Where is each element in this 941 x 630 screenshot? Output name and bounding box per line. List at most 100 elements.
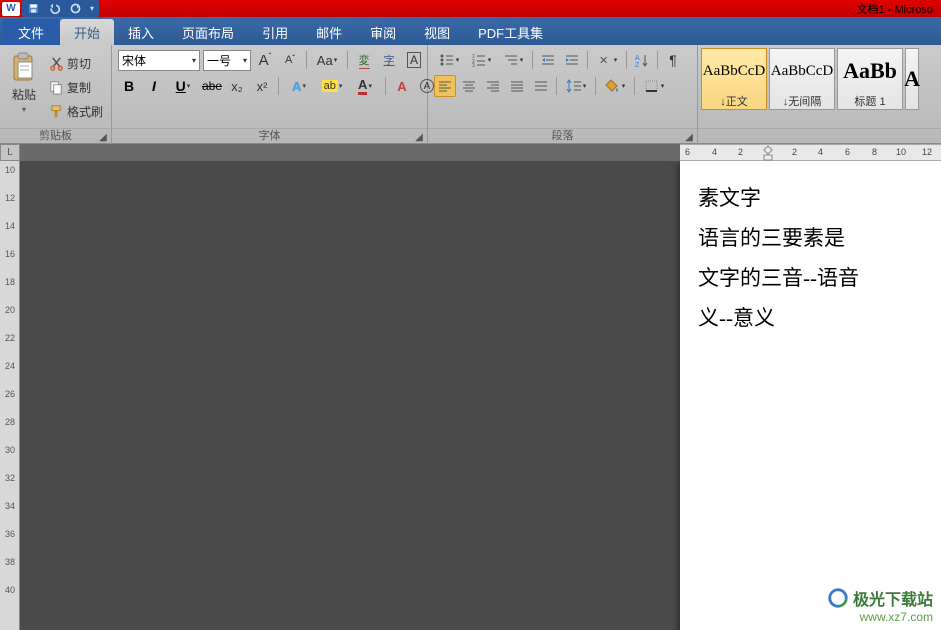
- paragraph-launcher[interactable]: ◢: [683, 130, 695, 142]
- redo-button[interactable]: [66, 1, 84, 16]
- grow-font-button[interactable]: Aˆ: [254, 49, 276, 71]
- shading-button[interactable]: ▾: [600, 75, 630, 97]
- watermark-text: 极光下载站: [853, 586, 933, 610]
- style-heading1[interactable]: AaBb 标题 1: [837, 48, 903, 110]
- tab-pdf[interactable]: PDF工具集: [464, 19, 557, 45]
- asian-layout-button[interactable]: ✕▾: [592, 49, 622, 71]
- ruler-corner[interactable]: L: [0, 144, 20, 161]
- svg-text:Z: Z: [635, 62, 640, 67]
- cut-button[interactable]: 剪切: [46, 52, 106, 74]
- align-center-button[interactable]: [458, 75, 480, 97]
- svg-text:A: A: [635, 55, 640, 62]
- paste-label: 粘贴: [12, 86, 36, 103]
- char-shading-button[interactable]: A: [391, 75, 413, 97]
- tab-insert[interactable]: 插入: [114, 19, 168, 45]
- text-line[interactable]: 义--意义: [698, 299, 941, 339]
- font-name-combo[interactable]: 宋体▾: [118, 50, 200, 71]
- sort-button[interactable]: AZ: [631, 49, 653, 71]
- word-app-icon: W: [2, 2, 20, 16]
- font-group-label: 字体 ◢: [112, 128, 427, 144]
- bullets-button[interactable]: ▾: [434, 49, 464, 71]
- paragraph-group-label: 段落 ◢: [428, 128, 697, 144]
- numbering-button[interactable]: 123▾: [466, 49, 496, 71]
- line-spacing-button[interactable]: ▾: [561, 75, 591, 97]
- vertical-ruler[interactable]: 10 12 14 16 18 20 22 24 26 28 30 32 34 3…: [0, 161, 20, 630]
- paste-dropdown-icon: ▾: [22, 105, 26, 114]
- font-color-button[interactable]: A▾: [350, 75, 380, 97]
- subscript-button[interactable]: x₂: [226, 75, 248, 97]
- paste-button[interactable]: 粘贴 ▾: [4, 48, 44, 114]
- align-distribute-button[interactable]: [530, 75, 552, 97]
- tab-references[interactable]: 引用: [248, 19, 302, 45]
- show-marks-button[interactable]: ¶: [662, 49, 684, 71]
- tab-home[interactable]: 开始: [60, 19, 114, 45]
- tab-review[interactable]: 审阅: [356, 19, 410, 45]
- group-font: 宋体▾ 一号▾ Aˆ Aˇ Aa▾ 変 字 A B I U▾ abe x₂: [112, 45, 428, 144]
- text-line[interactable]: 语言的三要素是: [698, 219, 941, 259]
- enclose-char-button[interactable]: 字: [378, 49, 400, 71]
- undo-button[interactable]: [45, 1, 63, 16]
- underline-button[interactable]: U▾: [168, 75, 198, 97]
- text-line[interactable]: 素文字: [698, 179, 941, 219]
- svg-text:✕: ✕: [599, 55, 608, 67]
- ruler-page-region: 6 4 2 2 4 6 8 10 12 14: [680, 144, 941, 161]
- highlight-button[interactable]: ab▾: [317, 75, 347, 97]
- tab-layout[interactable]: 页面布局: [168, 19, 248, 45]
- indent-marker-icon[interactable]: [762, 145, 774, 162]
- style-nospacing[interactable]: AaBbCcD ↓无间隔: [769, 48, 835, 110]
- bold-button[interactable]: B: [118, 75, 140, 97]
- style-normal[interactable]: AaBbCcD ↓正文: [701, 48, 767, 110]
- file-tab[interactable]: 文件: [2, 19, 60, 45]
- style-preview: AaBbCcD: [771, 49, 834, 93]
- horizontal-ruler[interactable]: 6 4 2 2 4 6 8 10 12 14: [20, 144, 941, 161]
- superscript-button[interactable]: x²: [251, 75, 273, 97]
- font-size-combo[interactable]: 一号▾: [203, 50, 251, 71]
- copy-button[interactable]: 复制: [46, 76, 106, 98]
- change-case-button[interactable]: Aa▾: [312, 49, 342, 71]
- copy-label: 复制: [67, 79, 91, 96]
- titlebar: W ▾ 文档1 - Microso: [0, 0, 941, 17]
- increase-indent-button[interactable]: [561, 49, 583, 71]
- align-justify-button[interactable]: [506, 75, 528, 97]
- text-effect-button[interactable]: A▾: [284, 75, 314, 97]
- format-painter-label: 格式刷: [67, 103, 103, 120]
- save-button[interactable]: [24, 1, 42, 16]
- char-border-button[interactable]: A: [403, 49, 425, 71]
- watermark-url: www.xz7.com: [827, 610, 933, 624]
- tab-view[interactable]: 视图: [410, 19, 464, 45]
- italic-button[interactable]: I: [143, 75, 165, 97]
- text-line[interactable]: 文字的三音--语音: [698, 259, 941, 299]
- clipboard-group-label: 剪贴板 ◢: [0, 128, 111, 144]
- style-name-label: 标题 1: [854, 93, 885, 109]
- quick-access-toolbar: ▾: [22, 0, 99, 17]
- window-title: 文档1 - Microso: [857, 1, 933, 17]
- page[interactable]: 素文字 语言的三要素是 文字的三音--语音 义--意义: [680, 161, 941, 630]
- style-preview: AaBb: [843, 49, 897, 93]
- document-area: L 6 4 2 2 4 6 8 10 12 14 10 12 14 16 18 …: [0, 144, 941, 630]
- svg-text:3: 3: [472, 63, 475, 67]
- strike-button[interactable]: abe: [201, 75, 223, 97]
- align-right-button[interactable]: [482, 75, 504, 97]
- group-clipboard: 粘贴 ▾ 剪切 复制 格式刷 剪贴板 ◢: [0, 45, 112, 144]
- decrease-indent-button[interactable]: [537, 49, 559, 71]
- styles-group-label: [698, 128, 941, 144]
- style-preview: AaBbCcD: [703, 49, 766, 93]
- style-name-label: ↓无间隔: [783, 93, 822, 109]
- group-styles: AaBbCcD ↓正文 AaBbCcD ↓无间隔 AaBb 标题 1 A: [698, 45, 941, 144]
- ribbon-tabbar: 文件 开始 插入 页面布局 引用 邮件 审阅 视图 PDF工具集: [0, 17, 941, 45]
- clipboard-launcher[interactable]: ◢: [97, 130, 109, 142]
- borders-button[interactable]: ▾: [639, 75, 669, 97]
- style-more[interactable]: A: [905, 48, 919, 110]
- tab-mailings[interactable]: 邮件: [302, 19, 356, 45]
- style-name-label: ↓正文: [720, 93, 748, 109]
- phonetic-guide-button[interactable]: 変: [353, 49, 375, 71]
- ribbon: 粘贴 ▾ 剪切 复制 格式刷 剪贴板 ◢: [0, 45, 941, 144]
- shrink-font-button[interactable]: Aˇ: [279, 49, 301, 71]
- font-launcher[interactable]: ◢: [413, 130, 425, 142]
- format-painter-button[interactable]: 格式刷: [46, 100, 106, 122]
- watermark: 极光下载站 www.xz7.com: [827, 586, 933, 624]
- multilevel-button[interactable]: ▾: [498, 49, 528, 71]
- align-left-button[interactable]: [434, 75, 456, 97]
- document-canvas[interactable]: 素文字 语言的三要素是 文字的三音--语音 义--意义: [20, 161, 941, 630]
- qat-dropdown[interactable]: ▾: [87, 1, 97, 16]
